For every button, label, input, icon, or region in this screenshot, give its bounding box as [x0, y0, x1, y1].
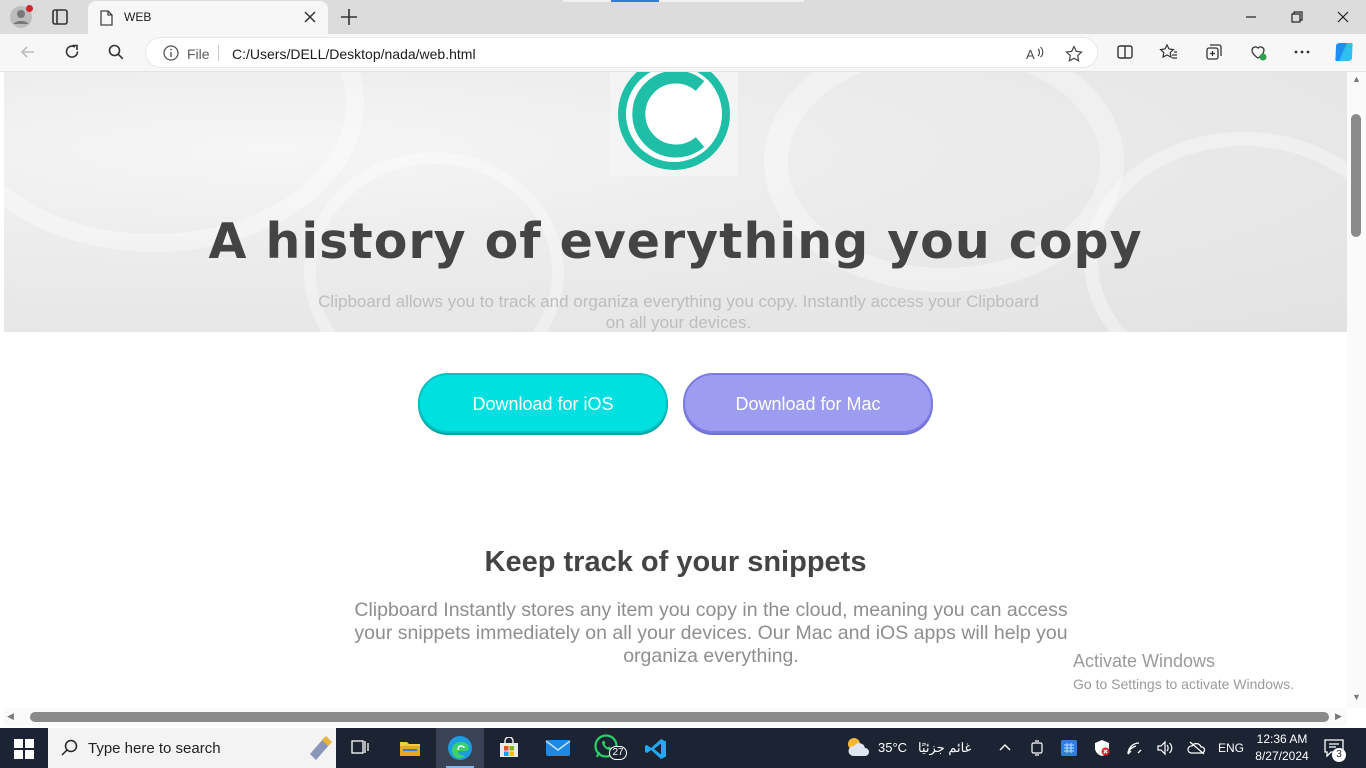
file-explorer-button[interactable] — [386, 728, 434, 768]
folder-icon — [400, 742, 420, 756]
new-tab-icon[interactable] — [338, 6, 360, 28]
browser-toolbar: File C:/Users/DELL/Desktop/nada/web.html… — [0, 34, 1366, 72]
mail-button[interactable] — [534, 728, 582, 768]
info-icon[interactable] — [162, 44, 180, 62]
favorites-icon[interactable] — [1159, 42, 1179, 62]
store-icon — [500, 737, 518, 757]
watermark-subtitle: Go to Settings to activate Windows. — [1073, 676, 1294, 692]
security-shield-icon[interactable] — [1093, 739, 1111, 757]
favorite-star-icon[interactable] — [1064, 44, 1084, 64]
windows-taskbar: Type here to search 27 35°C غائم جزئيًا … — [0, 728, 1366, 768]
scroll-left-arrow-icon[interactable]: ◀ — [7, 711, 14, 722]
clipboard-logo — [610, 72, 738, 176]
system-clock[interactable]: 12:36 AM 8/27/2024 — [1252, 731, 1312, 765]
search-icon[interactable] — [106, 42, 126, 62]
hero-subtitle: Clipboard allows you to track and organi… — [318, 292, 1039, 332]
collections-icon[interactable] — [1204, 42, 1224, 62]
vscode-button[interactable] — [632, 728, 680, 768]
edge-icon — [448, 736, 472, 760]
wifi-icon[interactable] — [1126, 739, 1144, 757]
vertical-scrollbar[interactable]: ▲ ▼ — [1347, 72, 1366, 708]
more-options-icon[interactable] — [1292, 42, 1312, 62]
task-view-icon — [351, 740, 369, 754]
copilot-icon[interactable] — [1332, 40, 1356, 64]
input-language[interactable]: ENG — [1218, 741, 1244, 755]
tab-actions-button[interactable] — [49, 6, 71, 28]
refresh-icon[interactable] — [62, 42, 82, 62]
address-bar[interactable]: File C:/Users/DELL/Desktop/nada/web.html… — [145, 37, 1098, 68]
device-icon[interactable] — [1029, 739, 1045, 757]
search-placeholder: Type here to search — [88, 740, 221, 757]
address-separator — [218, 45, 219, 61]
browser-essentials-icon[interactable] — [1248, 42, 1268, 62]
chevron-up-icon[interactable] — [997, 739, 1013, 755]
windows-start-icon[interactable] — [14, 739, 34, 759]
file-icon — [100, 10, 113, 26]
clock-date: 8/27/2024 — [1255, 749, 1309, 763]
edge-button[interactable] — [436, 728, 484, 768]
restore-icon[interactable] — [1287, 7, 1307, 27]
vertical-scroll-thumb[interactable] — [1351, 114, 1361, 237]
close-window-icon[interactable] — [1333, 7, 1353, 27]
task-view-button[interactable] — [336, 728, 384, 768]
url-text[interactable]: C:/Users/DELL/Desktop/nada/web.html — [232, 46, 476, 62]
partly-cloudy-icon — [848, 738, 869, 756]
section-text: Clipboard Instantly stores any item you … — [354, 599, 1068, 667]
back-icon[interactable] — [18, 42, 38, 62]
page-viewport: A history of everything you copy Clipboa… — [4, 72, 1347, 708]
svg-text:A: A — [1026, 47, 1035, 62]
activate-windows-watermark: Activate Windows Go to Settings to activ… — [1073, 651, 1294, 692]
weather-temperature: 35°C — [878, 740, 908, 755]
strip-marker — [659, 0, 804, 2]
tab-strip: WEB — [0, 0, 1366, 34]
horizontal-scrollbar[interactable]: ◀ ▶ — [4, 708, 1347, 726]
strip-marker — [563, 0, 611, 2]
scroll-up-arrow-icon[interactable]: ▲ — [1352, 74, 1361, 84]
scheme-label: File — [187, 46, 210, 62]
download-mac-button[interactable]: Download for Mac — [683, 373, 933, 433]
onedrive-offline-icon[interactable] — [1187, 739, 1207, 757]
profile-avatar[interactable] — [9, 5, 33, 29]
page-headline: A history of everything you copy — [208, 213, 1143, 270]
mail-icon — [545, 740, 571, 756]
close-tab-icon[interactable] — [302, 9, 318, 25]
scroll-down-arrow-icon[interactable]: ▼ — [1352, 692, 1361, 702]
search-highlight-icon — [310, 736, 332, 760]
copyright-logo-icon — [610, 72, 738, 176]
volume-icon[interactable] — [1156, 739, 1174, 757]
microsoft-store-button[interactable] — [485, 728, 533, 768]
weather-description: غائم جزئيًا — [918, 740, 972, 755]
tab-title: WEB — [124, 10, 152, 24]
split-screen-icon[interactable] — [1115, 42, 1135, 62]
search-icon — [61, 739, 78, 756]
clock-time: 12:36 AM — [1256, 732, 1308, 746]
scroll-right-arrow-icon[interactable]: ▶ — [1335, 711, 1342, 722]
watermark-title: Activate Windows — [1073, 651, 1216, 671]
read-aloud-icon[interactable]: A — [1025, 44, 1045, 64]
download-ios-button[interactable]: Download for iOS — [418, 373, 668, 433]
browser-tab[interactable]: WEB — [88, 1, 328, 34]
taskbar-search-box[interactable]: Type here to search — [48, 728, 336, 768]
section-title: Keep track of your snippets — [484, 546, 867, 578]
minimize-icon[interactable] — [1241, 7, 1261, 27]
notification-dot — [26, 5, 33, 12]
horizontal-scroll-thumb[interactable] — [30, 712, 1329, 722]
notification-count-badge: 3 — [1332, 748, 1346, 762]
vscode-icon — [645, 739, 666, 759]
network-app-icon[interactable] — [1060, 739, 1078, 757]
tab-actions-icon — [52, 9, 68, 25]
notification-center-button[interactable]: 3 — [1323, 738, 1346, 763]
hero-section: A history of everything you copy Clipboa… — [4, 72, 1347, 332]
strip-marker-active — [611, 0, 659, 2]
whatsapp-unread-badge: 27 — [609, 746, 627, 760]
whatsapp-button[interactable]: 27 — [583, 728, 631, 768]
